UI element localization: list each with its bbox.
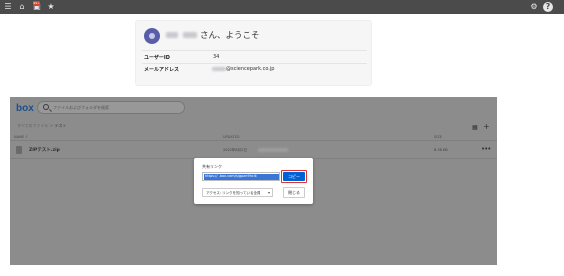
search-input[interactable]: ファイルおよびフォルダを検索	[37, 101, 185, 114]
dialog-title: 共有リンク	[202, 164, 222, 169]
grid-view-icon[interactable]: ▦	[472, 124, 478, 131]
share-link-input[interactable]: https:// .box.com/s/gpzn9hclk	[202, 172, 280, 181]
access-level-value: アクセス: リンクを知っている全員	[206, 191, 261, 195]
file-row[interactable]: ZIPテスト.zip 2022年8月2日 8.38 KB •••	[10, 142, 497, 159]
user-id-label: ユーザーID	[144, 55, 170, 61]
redacted-email-user	[212, 67, 226, 71]
home-icon[interactable]: ⌂	[17, 2, 27, 12]
avatar	[144, 28, 160, 44]
chevron-down-icon: ▾	[268, 190, 271, 195]
breadcrumb-parent[interactable]: すべてのファイル	[17, 123, 49, 128]
file-updated: 2022年8月2日	[223, 148, 247, 152]
email-label: メールアドレス	[144, 67, 180, 73]
user-id-value: 34	[213, 54, 220, 60]
gear-icon[interactable]: ⚙	[529, 2, 539, 12]
search-icon	[43, 104, 49, 110]
email-value: @sciencepark.co.jp	[226, 66, 275, 72]
copy-button[interactable]: コピー	[283, 172, 305, 181]
welcome-greeting: さん、ようこそ	[200, 31, 260, 41]
file-size: 8.38 KB	[434, 148, 448, 152]
menu-icon[interactable]: ☰	[3, 2, 13, 12]
search-placeholder: ファイルおよびフォルダを検索	[53, 105, 109, 110]
divider	[142, 63, 367, 64]
welcome-card: さん、ようこそ ユーザーID 34 メールアドレス @sciencepark.c…	[135, 20, 372, 86]
breadcrumb: すべてのファイル > テスト	[17, 123, 66, 129]
more-options-icon[interactable]: •••	[481, 145, 491, 153]
redacted-last-name	[166, 32, 178, 38]
column-size[interactable]: SIZE	[434, 135, 442, 139]
box-logo: box	[16, 103, 34, 114]
zip-file-icon	[16, 146, 22, 154]
notification-badge: 99+	[33, 1, 40, 6]
help-icon[interactable]: ?	[543, 2, 553, 12]
breadcrumb-current: テスト	[54, 123, 67, 128]
star-icon[interactable]: ★	[46, 2, 56, 12]
close-button[interactable]: 閉じる	[283, 187, 305, 198]
breadcrumb-separator: >	[49, 123, 54, 128]
column-updated[interactable]: UPDATED	[223, 135, 239, 139]
file-list-header: NAME ↑ UPDATED SIZE	[10, 133, 497, 141]
share-link-dialog: 共有リンク https:// .box.com/s/gpzn9hclk コピー …	[194, 158, 313, 204]
redacted-first-name	[183, 32, 197, 38]
divider	[142, 50, 367, 51]
top-toolbar: ☰ ⌂ ▣ 99+ ★ ⚙ ?	[0, 0, 564, 14]
add-icon[interactable]: +	[483, 122, 490, 131]
file-name[interactable]: ZIPテスト.zip	[29, 147, 60, 153]
share-link-value: https:// .box.com/s/gpzn9hclk	[205, 174, 257, 178]
redacted-updater	[258, 148, 288, 152]
column-name[interactable]: NAME ↑	[14, 135, 28, 139]
access-level-select[interactable]: アクセス: リンクを知っている全員 ▾	[202, 188, 273, 197]
